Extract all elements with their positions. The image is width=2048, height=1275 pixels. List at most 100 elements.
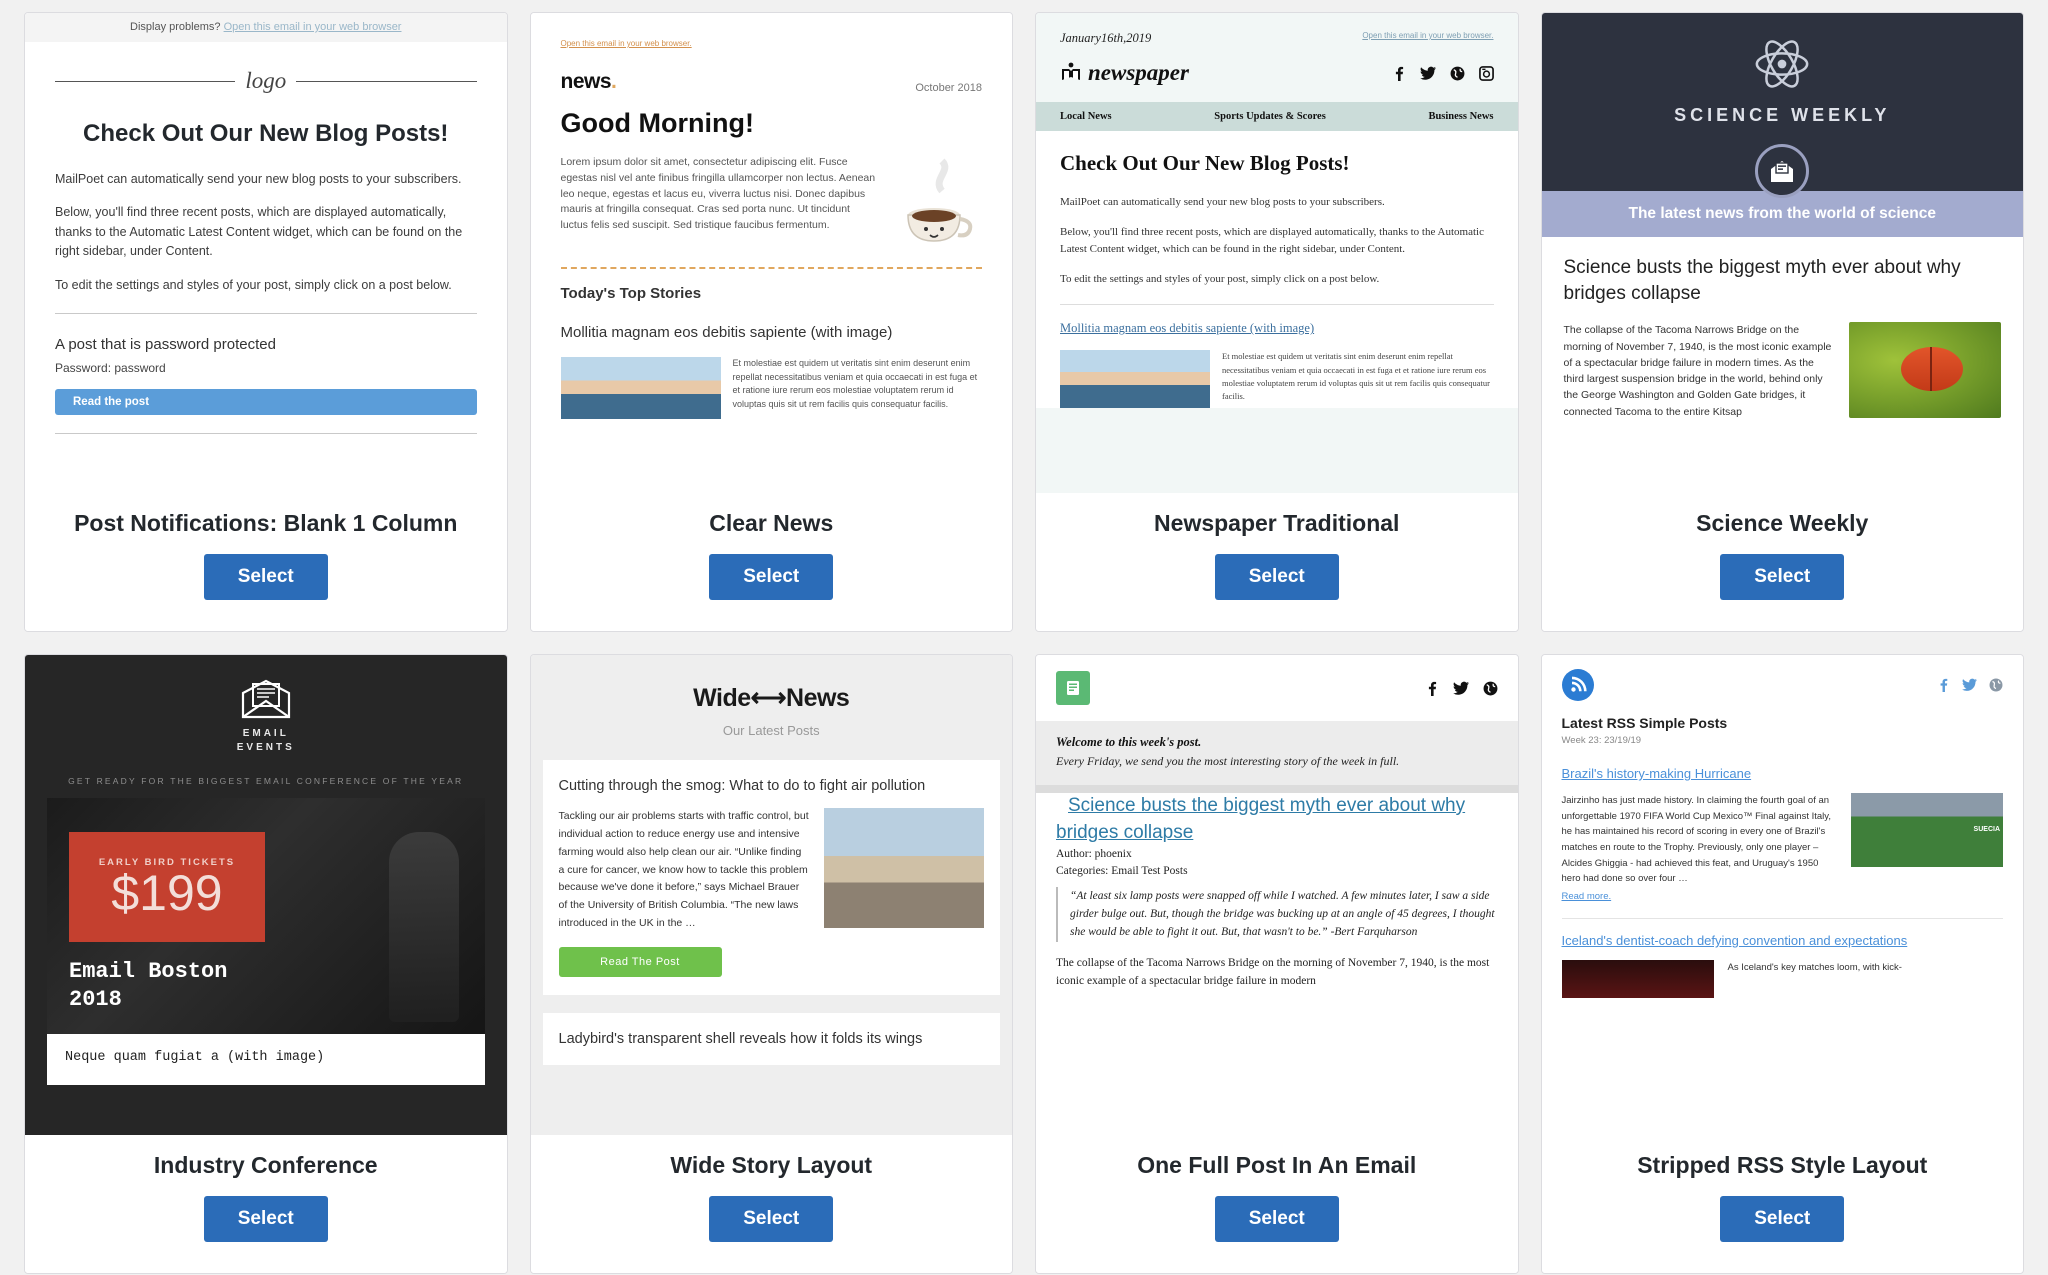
read-more-link[interactable]: Read more.	[1562, 891, 1838, 902]
open-in-browser-link[interactable]: Open this email in your web browser.	[1362, 31, 1493, 40]
facebook-icon[interactable]	[1936, 678, 1950, 692]
template-card-newspaper-traditional[interactable]: January16th,2019 Open this email in your…	[1035, 12, 1519, 632]
nav-item-sports[interactable]: Sports Updates & Scores	[1214, 111, 1326, 122]
post-body: As Iceland's key matches loom, with kick…	[1727, 962, 1902, 974]
card-footer: Clear News Select	[530, 493, 1012, 631]
template-preview: EMAIL EVENTS GET READY FOR THE BIGGEST E…	[25, 655, 507, 1135]
select-button[interactable]: Select	[709, 1195, 834, 1242]
email-envelope-icon	[241, 679, 290, 719]
post-quote: “At least six lamp posts were snapped of…	[1056, 886, 1498, 942]
post-title-link[interactable]: Iceland's dentist-coach defying conventi…	[1562, 933, 2004, 948]
post-body: The collapse of the Tacoma Narrows Bridg…	[1056, 956, 1490, 988]
instagram-icon[interactable]	[1478, 65, 1494, 81]
template-card-clear-news[interactable]: Open this email in your web browser. new…	[529, 12, 1013, 632]
story-excerpt: Et molestiae est quidem ut veritatis sin…	[1222, 351, 1490, 401]
story-excerpt: Et molestiae est quidem ut veritatis sin…	[732, 358, 978, 409]
brand-logo: news.	[561, 70, 617, 94]
template-card-blank-one-column[interactable]: Display problems? Open this email in you…	[24, 12, 508, 632]
read-the-post-button[interactable]: Read The Post	[558, 946, 722, 977]
select-button[interactable]: Select	[1214, 553, 1339, 600]
post-image: SUECIA	[1851, 793, 2003, 867]
template-card-one-full-post[interactable]: Welcome to this week's post. Every Frida…	[1035, 654, 1519, 1274]
template-card-industry-conference[interactable]: EMAIL EVENTS GET READY FOR THE BIGGEST E…	[24, 654, 508, 1274]
rss-icon	[1561, 669, 1594, 701]
post-headline-link[interactable]: Science busts the biggest myth ever abou…	[1056, 795, 1465, 843]
ticket-badge: EARLY BIRD TICKETS $199	[69, 832, 265, 942]
nav-item-local-news[interactable]: Local News	[1060, 111, 1112, 122]
logo-text: logo	[245, 68, 287, 93]
brand-text: SCIENCE WEEKLY	[1674, 105, 1891, 125]
twitter-icon[interactable]	[1419, 66, 1436, 81]
select-button[interactable]: Select	[1214, 1195, 1339, 1242]
preview-heading: Good Morning!	[560, 108, 754, 138]
twitter-icon[interactable]	[1962, 678, 1977, 692]
preview-heading: Check Out Our New Blog Posts!	[1060, 151, 1350, 175]
story-title: Ladybird's transparent shell reveals how…	[558, 1030, 923, 1047]
select-button[interactable]: Select	[1720, 553, 1845, 600]
facebook-icon[interactable]	[1391, 66, 1406, 81]
brand-line-2: EVENTS	[236, 741, 295, 753]
select-button[interactable]: Select	[203, 553, 328, 600]
preview-heading: Science busts the biggest myth ever abou…	[1563, 257, 1961, 304]
card-footer: Post Notifications: Blank 1 Column Selec…	[25, 493, 507, 631]
preview-heading: Check Out Our New Blog Posts!	[83, 120, 449, 147]
story-panel: Cutting through the smog: What to do to …	[542, 760, 1000, 995]
post-image	[1561, 960, 1714, 999]
template-name: One Full Post In An Email	[1137, 1152, 1417, 1178]
password-line: Password: password	[55, 360, 166, 375]
select-button[interactable]: Select	[203, 1195, 328, 1242]
brand-dot: .	[611, 70, 617, 93]
story-body: Tackling our air problems starts with tr…	[558, 810, 809, 930]
divider	[55, 312, 477, 314]
read-the-post-button[interactable]: Read the post	[55, 388, 477, 415]
globe-icon[interactable]	[1989, 678, 2003, 692]
brand-logo: newspaper	[1060, 60, 1189, 86]
template-card-science-weekly[interactable]: SCIENCE WEEKLY The latest news from the …	[1540, 12, 2024, 632]
story-link[interactable]: Mollitia magnam eos debitis sapiente (wi…	[1060, 321, 1494, 336]
open-in-browser-link[interactable]: Open this email in your web browser	[224, 21, 402, 33]
newspaper-nav: Local News Sports Updates & Scores Busin…	[1036, 102, 1518, 131]
ladybird-photo	[1849, 322, 2001, 419]
section-title: Today's Top Stories	[560, 285, 702, 302]
preview-paragraph: To edit the settings and styles of your …	[55, 277, 452, 292]
arrow-icon: ⟷	[750, 684, 787, 712]
dashed-divider	[560, 267, 982, 269]
globe-icon[interactable]	[1450, 66, 1465, 81]
divider	[55, 432, 477, 434]
event-location: Email Boston 2018	[69, 958, 227, 1013]
template-card-stripped-rss[interactable]: Latest RSS Simple Posts Week 23: 23/19/1…	[1540, 654, 2024, 1274]
display-problems-label: Display problems?	[130, 21, 221, 33]
facebook-icon[interactable]	[1424, 681, 1439, 696]
open-in-browser-link[interactable]: Open this email in your web browser.	[561, 39, 983, 48]
template-grid: Display problems? Open this email in you…	[0, 0, 2048, 1275]
select-button[interactable]: Select	[1720, 1195, 1845, 1242]
card-footer: Stripped RSS Style Layout Select	[1541, 1135, 2023, 1273]
select-button[interactable]: Select	[709, 553, 834, 600]
card-footer: Wide Story Layout Select	[530, 1135, 1012, 1273]
story-image	[1060, 350, 1210, 409]
card-footer: Science Weekly Select	[1541, 493, 2023, 631]
brand-right: News	[786, 684, 850, 712]
card-footer: Newspaper Traditional Select	[1036, 493, 1518, 631]
book-icon	[1062, 62, 1080, 80]
template-card-wide-story-layout[interactable]: Wide⟷News Our Latest Posts Cutting throu…	[529, 654, 1013, 1274]
tagline: GET READY FOR THE BIGGEST EMAIL CONFEREN…	[68, 776, 464, 786]
template-name: Industry Conference	[153, 1152, 378, 1178]
newsletter-badge-icon	[1755, 144, 1810, 198]
template-name: Wide Story Layout	[670, 1152, 873, 1178]
rule-right	[296, 80, 477, 82]
event-city: Email Boston	[69, 959, 228, 984]
twitter-icon[interactable]	[1452, 681, 1469, 696]
preview-paragraph: MailPoet can automatically send your new…	[55, 172, 462, 186]
speaker-silhouette	[388, 832, 459, 1022]
globe-icon[interactable]	[1483, 681, 1498, 696]
nav-item-business[interactable]: Business News	[1428, 111, 1493, 122]
image-caption: SUECIA	[1973, 825, 2000, 833]
post-author: Author: phoenix	[1056, 848, 1132, 861]
event-year: 2018	[69, 986, 122, 1012]
post-body: Jairzinho has just made history. In clai…	[1561, 795, 1831, 885]
welcome-title: Welcome to this week's post.	[1056, 735, 1202, 749]
atom-icon	[1755, 40, 1809, 88]
post-title-link[interactable]: Brazil's history-making Hurricane	[1562, 766, 2004, 781]
preview-paragraph: MailPoet can automatically send your new…	[1060, 196, 1385, 208]
